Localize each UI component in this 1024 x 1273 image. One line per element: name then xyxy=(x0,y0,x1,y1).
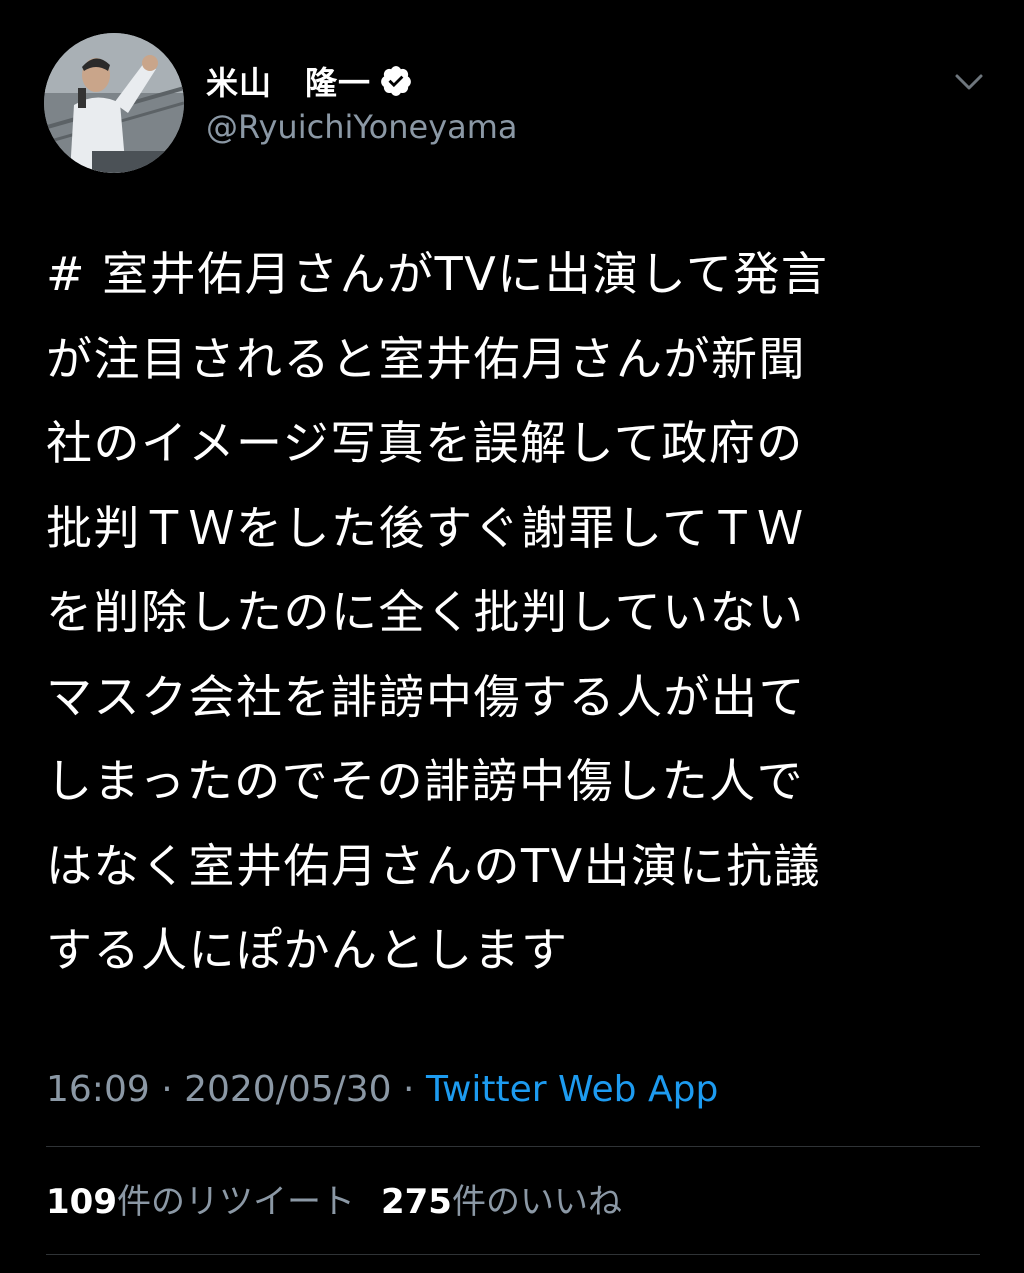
tweet-source-link[interactable]: Twitter Web App xyxy=(426,1069,718,1110)
meta-separator: · xyxy=(391,1069,426,1110)
avatar-photo xyxy=(44,33,184,173)
tweet-text: # 室井佑月さんがTVに出演して発言 が注目されると室井佑月さんが新聞 社のイメ… xyxy=(46,232,986,993)
tweet-text-line: マスク会社を誹謗中傷する人が出て xyxy=(46,669,806,724)
retweets-label: 件のリツイート xyxy=(116,1182,355,1222)
user-handle[interactable]: @RyuichiYoneyama xyxy=(206,108,518,146)
tweet-text-line: # 室井佑月さんがTVに出演して発言 xyxy=(46,247,829,301)
divider xyxy=(46,1254,980,1255)
likes-count: 275 xyxy=(380,1182,452,1222)
retweets-stat[interactable]: 109件のリツイート xyxy=(46,1176,355,1228)
tweet-time[interactable]: 16:09 xyxy=(46,1069,150,1110)
likes-stat[interactable]: 275件のいいね xyxy=(381,1176,622,1228)
tweet-text-line: 社のイメージ写真を誤解して政府の xyxy=(46,416,804,470)
tweet-text-line: を削除したのに全く批判していない xyxy=(46,585,805,639)
tweet-date[interactable]: 2020/05/30 xyxy=(184,1069,392,1110)
tweet-detail: 米山 隆一 @RyuichiYoneyama # 室井佑月さんがTVに出演して発… xyxy=(0,0,1024,1273)
tweet-text-line: はなく室井佑月さんのTV出演に抗議 xyxy=(46,838,822,893)
divider xyxy=(46,1146,980,1147)
likes-label: 件のいいね xyxy=(451,1182,622,1222)
meta-separator: · xyxy=(149,1069,185,1110)
tweet-text-line: する人にぽかんとします xyxy=(46,923,569,977)
chevron-down-icon[interactable] xyxy=(952,68,986,96)
user-name-row[interactable]: 米山 隆一 xyxy=(206,56,413,106)
tweet-text-line: しまったのでその誹謗中傷した人で xyxy=(46,754,805,808)
verified-badge-icon xyxy=(381,66,411,96)
display-name[interactable]: 米山 隆一 xyxy=(206,58,371,104)
tweet-meta: 16:09 · 2020/05/30 · Twitter Web App xyxy=(46,1064,718,1116)
tweet-stats: 109件のリツイート 275件のいいね xyxy=(46,1176,648,1228)
avatar[interactable] xyxy=(44,33,184,173)
retweets-count: 109 xyxy=(46,1182,117,1222)
tweet-text-line: が注目されると室井佑月さんが新聞 xyxy=(46,331,806,386)
tweet-text-line: 批判ＴＷをした後すぐ謝罪してＴＷ xyxy=(46,500,805,555)
